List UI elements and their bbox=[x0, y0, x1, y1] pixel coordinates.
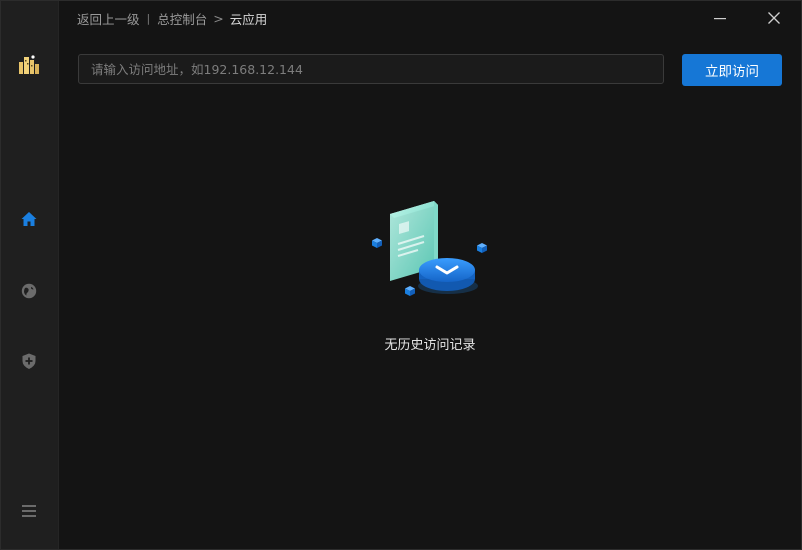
empty-history-illustration bbox=[364, 196, 494, 306]
close-icon[interactable] bbox=[763, 7, 785, 29]
globe-icon[interactable] bbox=[17, 279, 41, 303]
breadcrumb-parent[interactable]: 总控制台 bbox=[157, 9, 207, 28]
main-content: 返回上一级 | 总控制台 > 云应用 立即访问 bbox=[59, 1, 801, 549]
app-logo-icon[interactable] bbox=[17, 53, 41, 77]
breadcrumb-arrow: > bbox=[213, 11, 224, 26]
breadcrumb-separator: | bbox=[146, 12, 151, 25]
app-window: 返回上一级 | 总控制台 > 云应用 立即访问 bbox=[0, 0, 802, 550]
menu-icon[interactable] bbox=[17, 499, 41, 523]
breadcrumb: 返回上一级 | 总控制台 > 云应用 bbox=[77, 9, 267, 28]
minimize-icon[interactable] bbox=[709, 7, 731, 29]
visit-button[interactable]: 立即访问 bbox=[682, 54, 782, 86]
address-input[interactable] bbox=[78, 54, 664, 84]
shield-plus-icon[interactable] bbox=[17, 349, 41, 373]
breadcrumb-current: 云应用 bbox=[229, 12, 268, 27]
sidebar bbox=[1, 1, 59, 549]
back-link[interactable]: 返回上一级 bbox=[77, 9, 140, 28]
empty-state-message: 无历史访问记录 bbox=[384, 338, 476, 353]
home-icon[interactable] bbox=[17, 207, 41, 231]
